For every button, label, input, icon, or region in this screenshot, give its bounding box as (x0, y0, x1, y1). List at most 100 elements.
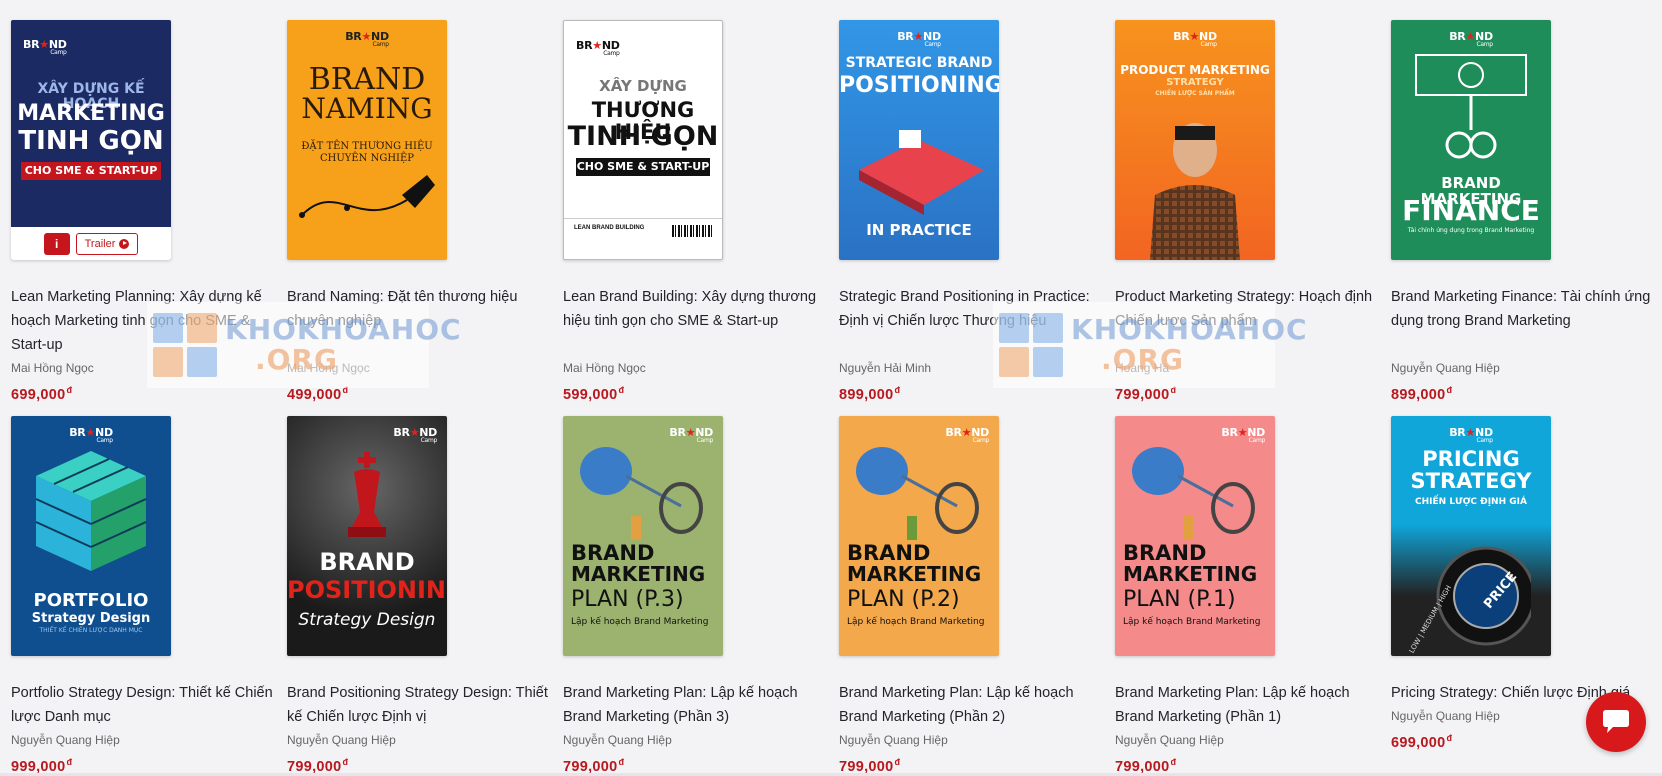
money-scissors-illustration (1415, 54, 1527, 159)
cover-line: CHO SME & START-UP (576, 158, 710, 176)
info-button[interactable]: i (43, 232, 70, 255)
brandcamp-logo: BR★ND Camp (1173, 30, 1217, 48)
cover-line: STRATEGIC BRAND (845, 55, 993, 71)
product-card[interactable]: BR★ND Camp BRAND MARKETING PLAN (P.1) Lập… (1115, 416, 1380, 776)
cover-line: PORTFOLIO (33, 590, 149, 611)
cover-line: STRATEGY (1166, 77, 1224, 88)
product-title[interactable]: Lean Marketing Planning: Xây dựng kế hoạ… (11, 285, 276, 357)
cover-line: CHIẾN LƯỢC SẢN PHẨM (1155, 90, 1235, 97)
product-title[interactable]: Brand Marketing Finance: Tài chính ứng d… (1391, 285, 1656, 357)
cover-line: IN PRACTICE (866, 221, 972, 239)
product-cover[interactable]: BR★ND Camp PRODUCT MARKETING STRATEGY CHI… (1115, 20, 1275, 260)
cover-line: PLAN (P.1) (1123, 587, 1236, 612)
maze-illustration (859, 130, 984, 215)
cover-line: Tài chính ứng dụng trong Brand Marketing (1407, 227, 1535, 234)
cover-line: PRODUCT MARKETING (1120, 63, 1270, 77)
product-cover[interactable]: BR★NDCamp BRAND POSITIONING Strategy Des… (287, 416, 447, 656)
brandcamp-logo: BR★ND Camp (1449, 426, 1493, 444)
cover-line: TINH GỌN (18, 126, 164, 156)
cover-line: BRAND (847, 541, 931, 565)
product-cover[interactable]: BR★ND Camp XÂY DỰNG THƯƠNG HIỆU TINH GỌN … (563, 20, 723, 260)
cover-line: POSITIONING (839, 73, 999, 98)
cover-line: STRATEGY (1410, 469, 1532, 493)
product-card[interactable]: BR★ND Camp BRAND MARKETING PLAN (P.3) Lập… (563, 416, 828, 776)
cover-line: BRAND (1123, 541, 1207, 565)
product-price: 899,000đ (1391, 385, 1453, 403)
cover-line: BRAND (571, 541, 655, 565)
product-card[interactable]: BR★ND Camp BRAND MARKETING FINANCE Tài ch… (1391, 20, 1656, 416)
product-author: Nguyễn Quang Hiệp (839, 733, 948, 747)
brain-machine-illustration (856, 447, 979, 540)
product-card[interactable]: BR★ND Camp BRAND NAMING ĐẶT TÊN THƯƠNG HI… (287, 20, 552, 416)
cover-line: THIẾT KẾ CHIẾN LƯỢC DANH MỤC (39, 627, 143, 634)
product-cover[interactable]: BR★ND Camp BRAND MARKETING PLAN (P.3) Lập… (563, 416, 723, 656)
brandcamp-logo: BR★ND Camp (69, 426, 113, 444)
cover-line: PLAN (P.2) (847, 587, 960, 612)
cover-line: POSITIONING (287, 576, 447, 604)
product-cover[interactable]: BR★ND Camp XÂY DỰNG KẾ HOẠCH MARKETING TI… (11, 20, 171, 260)
product-cover[interactable]: BR★ND Camp PORTFOLIO Strategy Design THIẾ… (11, 416, 171, 656)
brain-machine-illustration (1132, 447, 1255, 540)
brandcamp-logo: BR★ND Camp (897, 30, 941, 48)
cover-line: Lập kế hoạch Brand Marketing (847, 617, 985, 627)
cover-line: PRICING (1422, 447, 1520, 471)
product-price: 599,000đ (563, 385, 625, 403)
product-card[interactable]: BR★ND Camp STRATEGIC BRAND POSITIONING IN… (839, 20, 1104, 416)
cover-line: Strategy Design (298, 610, 436, 630)
rubiks-cube-illustration (35, 451, 147, 571)
product-author: Nguyễn Quang Hiệp (287, 733, 396, 747)
pen-tool-illustration (299, 175, 435, 218)
trailer-button[interactable]: Trailer (75, 232, 139, 255)
brandcamp-logo: BR★ND Camp (393, 426, 437, 444)
product-title[interactable]: Brand Naming: Đặt tên thương hiệu chuyên… (287, 285, 552, 357)
product-price: 699,000đ (11, 385, 73, 403)
product-cover[interactable]: BR★ND Camp BRAND MARKETING FINANCE Tài ch… (1391, 20, 1551, 260)
product-title[interactable]: Strategic Brand Positioning in Practice:… (839, 285, 1104, 357)
brandcamp-logo: BR★ND Camp (345, 30, 389, 48)
cover-line: FINANCE (1402, 194, 1540, 227)
product-price: 499,000đ (287, 385, 349, 403)
product-author: Nguyễn Hải Minh (839, 361, 932, 375)
product-card[interactable]: BR★ND Camp XÂY DỰNG THƯƠNG HIỆU TINH GỌN … (563, 20, 828, 416)
product-title[interactable]: Brand Marketing Plan: Lập kế hoạch Brand… (839, 681, 1104, 729)
cover-line: Strategy Design (31, 611, 151, 626)
cover-line: MARKETING (571, 562, 706, 586)
barcode-icon (672, 225, 712, 237)
cover-footer: LEAN BRAND BUILDING (564, 218, 722, 243)
cover-line: TINH GỌN (567, 121, 719, 152)
product-author: Nguyễn Quang Hiệp (563, 733, 672, 747)
product-cover[interactable]: BR★ND Camp BRAND MARKETING PLAN (P.2) Lập… (839, 416, 999, 656)
product-title[interactable]: Brand Positioning Strategy Design: Thiết… (287, 681, 552, 729)
product-title[interactable]: Product Marketing Strategy: Hoạch định C… (1115, 285, 1380, 357)
product-card[interactable]: BR★ND Camp PORTFOLIO Strategy Design THIẾ… (11, 416, 276, 776)
product-card[interactable]: BR★ND Camp PRODUCT MARKETING STRATEGY CHI… (1115, 20, 1380, 416)
product-cover[interactable]: BR★ND Camp BRAND MARKETING PLAN (P.1) Lập… (1115, 416, 1275, 656)
brain-machine-illustration (580, 447, 703, 540)
product-title[interactable]: Portfolio Strategy Design: Thiết kế Chiế… (11, 681, 276, 729)
brandcamp-logo: BR★ND Camp (1449, 30, 1493, 48)
product-title[interactable]: Lean Brand Building: Xây dựng thương hiệ… (563, 285, 828, 357)
product-author: Nguyễn Quang Hiệp (1115, 733, 1224, 747)
chess-king-illustration (348, 452, 386, 537)
cover-line: MARKETING (17, 101, 165, 126)
product-author: Mai Hồng Ngọc (563, 361, 646, 375)
product-cover[interactable]: BR★ND Camp PRICING STRATEGY CHIẾN LƯỢC ĐỊ… (1391, 416, 1551, 656)
cover-line: XÂY DỰNG (599, 77, 687, 95)
product-card[interactable]: BR★NDCamp BRAND POSITIONING Strategy Des… (287, 416, 552, 776)
cover-line: NAMING (301, 92, 433, 125)
product-author: Nguyễn Quang Hiệp (11, 733, 120, 747)
cover-line: CHUYÊN NGHIỆP (319, 153, 415, 164)
product-title[interactable]: Brand Marketing Plan: Lập kế hoạch Brand… (563, 681, 828, 729)
product-card[interactable]: BR★ND Camp BRAND MARKETING PLAN (P.2) Lập… (839, 416, 1104, 776)
cover-line: Lập kế hoạch Brand Marketing (571, 617, 709, 627)
product-card[interactable]: BR★ND Camp XÂY DỰNG KẾ HOẠCH MARKETING TI… (11, 20, 276, 416)
cover-line: MARKETING (1123, 562, 1258, 586)
product-author: Mai Hồng Ngọc (287, 361, 370, 375)
product-title[interactable]: Brand Marketing Plan: Lập kế hoạch Brand… (1115, 681, 1380, 729)
product-cover[interactable]: BR★ND Camp BRAND NAMING ĐẶT TÊN THƯƠNG HI… (287, 20, 447, 260)
chat-widget-button[interactable] (1586, 692, 1646, 752)
product-cover[interactable]: BR★ND Camp STRATEGIC BRAND POSITIONING IN… (839, 20, 999, 260)
cover-line: Lập kế hoạch Brand Marketing (1123, 617, 1261, 627)
card-action-bar: i Trailer (11, 227, 171, 260)
product-price: 899,000đ (839, 385, 901, 403)
